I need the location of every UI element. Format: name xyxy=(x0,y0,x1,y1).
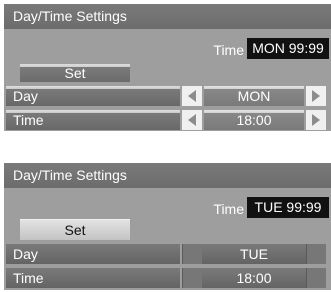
arrow-left-icon[interactable] xyxy=(182,86,202,106)
current-time-display: TUE 99:99 xyxy=(247,197,329,218)
day-label: Day xyxy=(6,86,180,106)
arrow-right-icon[interactable] xyxy=(306,86,326,106)
current-time-label: Time xyxy=(213,42,244,58)
panel-title: Day/Time Settings xyxy=(4,4,331,29)
time-label: Time xyxy=(6,268,180,288)
day-time-settings-panel-2: Day/Time Settings Time TUE 99:99 Set Day… xyxy=(4,163,331,290)
current-time-display: MON 99:99 xyxy=(247,38,329,59)
panel-body: Time TUE 99:99 Set Day TUE Time 18:00 xyxy=(4,188,331,290)
arrow-right-icon[interactable] xyxy=(306,244,326,264)
panel-body: Time MON 99:99 Set Day MON Time 18:00 xyxy=(4,29,331,131)
panel-title: Day/Time Settings xyxy=(4,163,331,188)
arrow-left-icon[interactable] xyxy=(182,110,202,130)
arrow-left-icon[interactable] xyxy=(182,244,202,264)
set-button[interactable]: Set xyxy=(20,219,130,240)
time-value: 18:00 xyxy=(202,268,306,288)
arrow-right-icon[interactable] xyxy=(306,268,326,288)
day-value: TUE xyxy=(202,244,306,264)
time-label: Time xyxy=(6,110,180,130)
set-button[interactable]: Set xyxy=(20,64,130,82)
arrow-left-icon[interactable] xyxy=(182,268,202,288)
day-value: MON xyxy=(204,86,304,106)
day-time-settings-panel-1: Day/Time Settings Time MON 99:99 Set Day… xyxy=(4,4,331,131)
current-time-label: Time xyxy=(213,201,244,217)
time-value: 18:00 xyxy=(204,110,304,130)
time-row[interactable]: Time 18:00 xyxy=(6,110,328,130)
day-label: Day xyxy=(6,244,180,264)
day-row[interactable]: Day TUE xyxy=(6,244,328,264)
time-row[interactable]: Time 18:00 xyxy=(6,268,328,288)
day-row[interactable]: Day MON xyxy=(6,86,328,106)
arrow-right-icon[interactable] xyxy=(306,110,326,130)
